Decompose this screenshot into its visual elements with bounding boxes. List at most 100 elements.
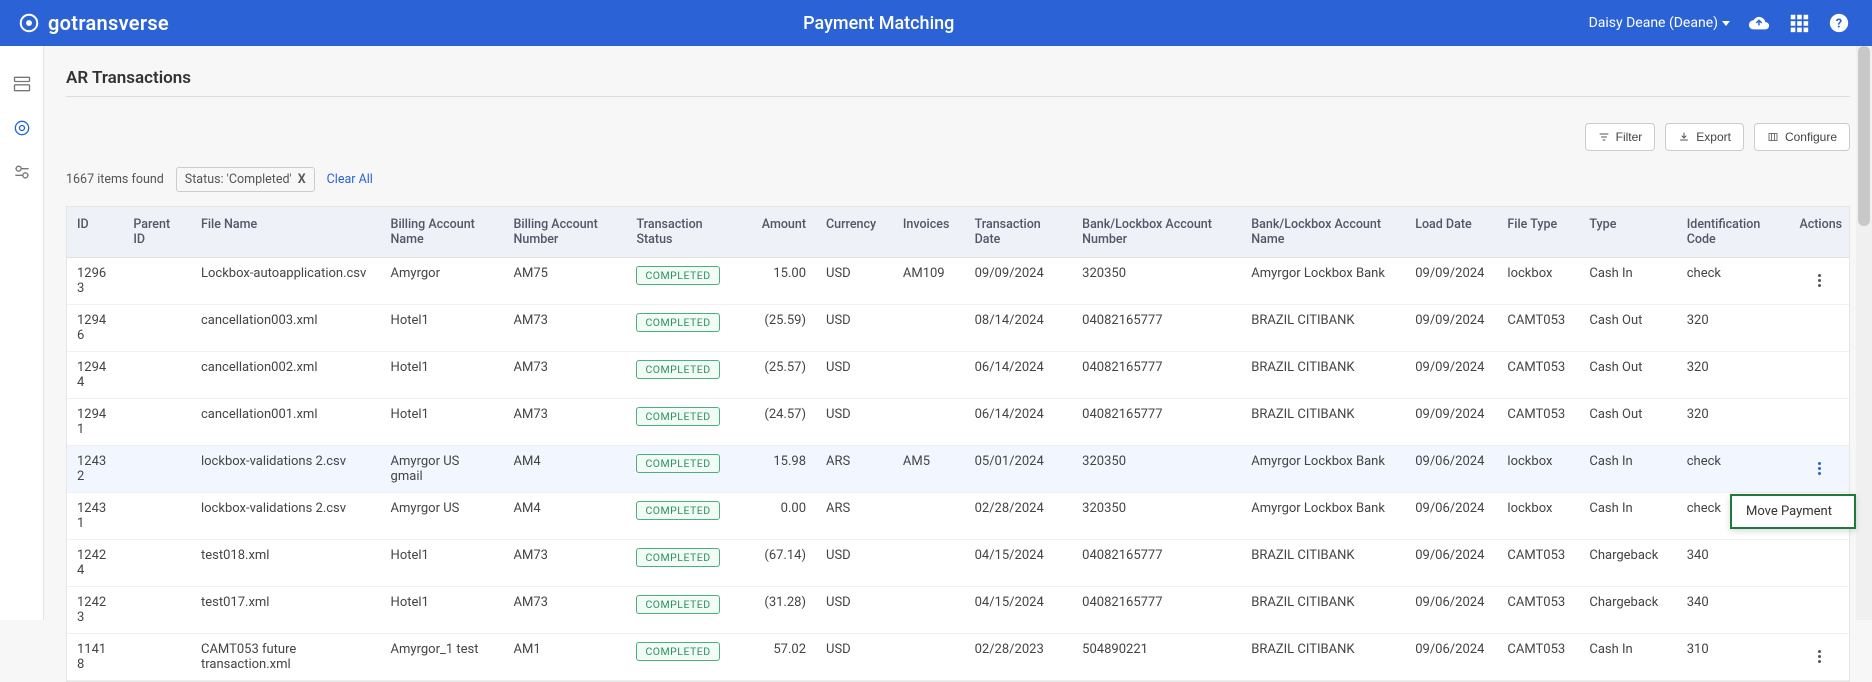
table-row[interactable]: 12941cancellation001.xmlHotel1AM73COMPLE… [67,399,1849,446]
cell-parent [123,540,191,587]
row-menu-icon[interactable] [1814,646,1825,667]
cell-id: 12423 [67,587,123,634]
configure-button[interactable]: Configure [1754,123,1850,151]
vertical-scrollbar[interactable] [1856,46,1872,620]
filter-chip[interactable]: Status: 'Completed' X [176,167,315,192]
status-badge: COMPLETED [636,501,719,520]
cell-ba_num: AM4 [504,446,627,493]
cell-status: COMPLETED [626,540,739,587]
cell-tdate: 05/01/2024 [965,446,1073,493]
cell-bl_num: 04082165777 [1072,540,1241,587]
cell-ba_num: AM75 [504,258,627,305]
col-amount[interactable]: Amount [739,207,816,258]
remove-chip-icon[interactable]: X [298,172,306,187]
cell-id: 12431 [67,493,123,540]
cell-tdate: 06/14/2024 [965,352,1073,399]
table-row[interactable]: 12963Lockbox-autoapplication.csvAmyrgorA… [67,258,1849,305]
col-type[interactable]: Type [1579,207,1676,258]
cell-ba_name: Hotel1 [381,399,504,446]
table-row[interactable]: 12944cancellation002.xmlHotel1AM73COMPLE… [67,352,1849,399]
status-badge: COMPLETED [636,407,719,426]
cell-amount: (25.59) [739,305,816,352]
table-row[interactable]: 12432lockbox-validations 2.csvAmyrgor US… [67,446,1849,493]
user-display: Daisy Deane (Deane) [1589,15,1718,31]
cell-amount: 15.00 [739,258,816,305]
title-divider [66,96,1850,97]
col-file[interactable]: File Name [191,207,381,258]
cell-actions [1789,305,1849,352]
row-menu-icon[interactable] [1814,458,1825,479]
cell-bl_name: BRAZIL CITIBANK [1241,634,1405,681]
brand-logo[interactable]: gotransverse [18,11,169,35]
table-row[interactable]: 12431lockbox-validations 2.csvAmyrgor US… [67,493,1849,540]
cell-id: 12963 [67,258,123,305]
cell-type: Cash In [1579,258,1676,305]
col-id[interactable]: ID [67,207,123,258]
toolbar: Filter Export Configure [66,123,1850,151]
col-idcode[interactable]: Identification Code [1677,207,1790,258]
cell-ba_name: Amyrgor US gmail [381,446,504,493]
context-item-move-payment[interactable]: Move Payment [1732,496,1854,527]
app-title: Payment Matching [169,13,1589,34]
col-actions[interactable]: Actions [1789,207,1849,258]
columns-icon [1767,131,1779,143]
cell-amount: 0.00 [739,493,816,540]
table-row[interactable]: 12424test018.xmlHotel1AM73COMPLETED(67.1… [67,540,1849,587]
col-status[interactable]: Transaction Status [626,207,739,258]
col-bl-num[interactable]: Bank/Lockbox Account Number [1072,207,1241,258]
col-parent-id[interactable]: Parent ID [123,207,191,258]
cell-amount: (25.57) [739,352,816,399]
cell-ldate: 09/09/2024 [1405,352,1497,399]
col-ftype[interactable]: File Type [1497,207,1579,258]
cell-ba_num: AM1 [504,634,627,681]
col-currency[interactable]: Currency [816,207,893,258]
cell-invoices: AM109 [893,258,965,305]
status-badge: COMPLETED [636,313,719,332]
col-ldate[interactable]: Load Date [1405,207,1497,258]
col-invoices[interactable]: Invoices [893,207,965,258]
export-button[interactable]: Export [1665,123,1744,151]
col-tdate[interactable]: Transaction Date [965,207,1073,258]
col-ba-num[interactable]: Billing Account Number [504,207,627,258]
apps-grid-icon[interactable] [1788,12,1810,34]
cell-invoices [893,352,965,399]
table-row[interactable]: 11418CAMT053 future transaction.xmlAmyrg… [67,634,1849,681]
cell-actions [1789,634,1849,681]
table-row[interactable]: 12423test017.xmlHotel1AM73COMPLETED(31.2… [67,587,1849,634]
scrollbar-thumb[interactable] [1858,46,1870,226]
col-ba-name[interactable]: Billing Account Name [381,207,504,258]
cell-invoices [893,399,965,446]
col-bl-name[interactable]: Bank/Lockbox Account Name [1241,207,1405,258]
cell-idcode: 320 [1677,305,1790,352]
sidebar-item-settings[interactable] [12,162,32,182]
table-header-row: ID Parent ID File Name Billing Account N… [67,207,1849,258]
cell-bl_name: Amyrgor Lockbox Bank [1241,493,1405,540]
cell-idcode: 320 [1677,352,1790,399]
clear-all-link[interactable]: Clear All [327,172,373,187]
cell-file: test018.xml [191,540,381,587]
cell-status: COMPLETED [626,305,739,352]
cell-type: Cash Out [1579,399,1676,446]
table-row[interactable]: 12946cancellation003.xmlHotel1AM73COMPLE… [67,305,1849,352]
cell-bl_name: BRAZIL CITIBANK [1241,399,1405,446]
sidebar-item-layout[interactable] [12,74,32,94]
cell-ba_name: Hotel1 [381,587,504,634]
help-icon[interactable]: ? [1828,12,1850,34]
cell-actions [1789,352,1849,399]
cell-ldate: 09/09/2024 [1405,258,1497,305]
cell-ba_name: Hotel1 [381,540,504,587]
cell-type: Chargeback [1579,540,1676,587]
cell-currency: ARS [816,493,893,540]
cell-ftype: lockbox [1497,258,1579,305]
row-menu-icon[interactable] [1814,270,1825,291]
cell-bl_name: Amyrgor Lockbox Bank [1241,258,1405,305]
sidebar-item-target[interactable] [12,118,32,138]
user-menu[interactable]: Daisy Deane (Deane) [1589,15,1730,31]
cell-ftype: CAMT053 [1497,540,1579,587]
cell-tdate: 08/14/2024 [965,305,1073,352]
cell-currency: USD [816,305,893,352]
filter-button[interactable]: Filter [1585,123,1656,151]
cell-amount: (31.28) [739,587,816,634]
cell-type: Cash Out [1579,352,1676,399]
cloud-upload-icon[interactable] [1748,12,1770,34]
